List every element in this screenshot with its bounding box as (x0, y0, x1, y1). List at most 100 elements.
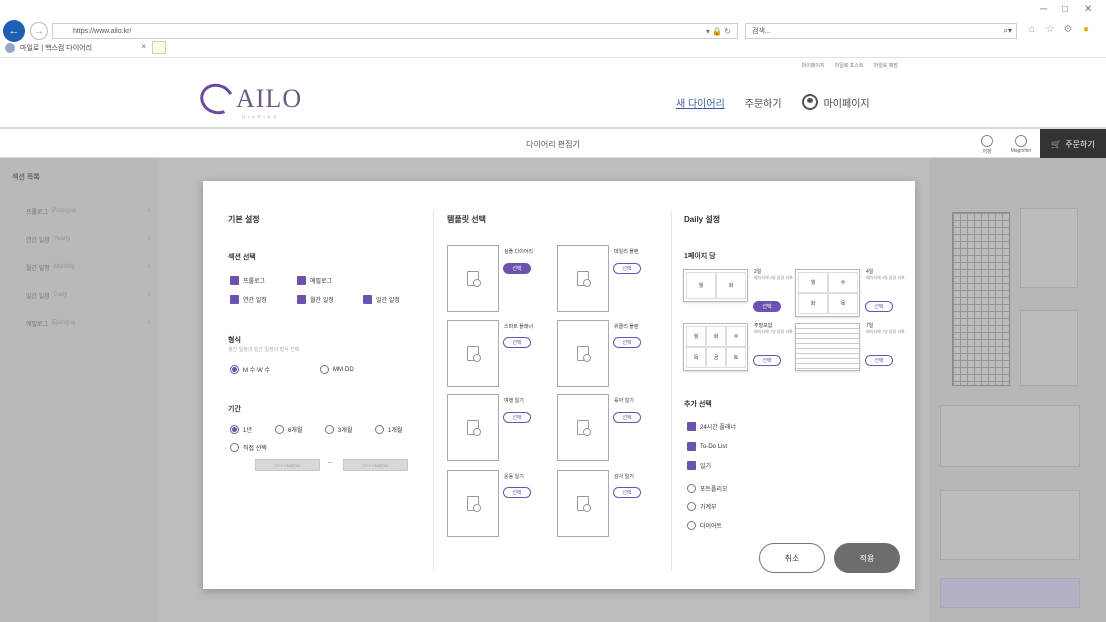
diary-settings-modal: 기본 설정 섹션 선택 프롤로그 에필로그 연간 일정 월간 일정 일간 일정 … (203, 181, 915, 589)
top-menu-item[interactable]: 마이페이지 (802, 62, 825, 69)
radio-off-icon (230, 443, 239, 452)
template-thumbnail[interactable] (447, 394, 499, 461)
forward-button[interactable]: → (30, 22, 48, 40)
period-radio[interactable]: 3개월 (325, 425, 352, 434)
period-radio[interactable]: 1년 (230, 425, 252, 434)
order-label: 주문하기 (1065, 140, 1095, 149)
template-label: 스마트 플래너 (504, 324, 533, 330)
close-window-button[interactable]: ✕ (1084, 4, 1092, 15)
nav-mypage[interactable]: 마이페이지 (801, 94, 870, 110)
apply-button[interactable]: 적용 (834, 543, 900, 573)
radio-off-icon (687, 484, 696, 493)
template-select-button[interactable]: 선택 (503, 263, 531, 274)
section-checkbox[interactable]: 연간 일정 (230, 295, 267, 304)
end-date-input[interactable]: YYYY/MM/DD (343, 459, 408, 471)
option-radio[interactable]: 가계부 (687, 502, 717, 511)
layout-select-button[interactable]: 선택 (753, 355, 781, 366)
template-thumbnail[interactable] (557, 394, 609, 461)
editor-header: 다이어리 편집기 저장 Magnifier 🛒 주문하기 (0, 127, 1106, 160)
template-thumbnail[interactable] (557, 245, 609, 312)
order-button[interactable]: 🛒 주문하기 (1040, 129, 1106, 160)
logo-text: AILO (236, 84, 303, 113)
top-utility-menu: 마이페이지 마일로 포스트 마일로 매장 (802, 62, 898, 69)
period-radio[interactable]: 직접 선택 (230, 443, 267, 452)
address-bar[interactable]: https://www.ailo.kr/ ▾ 🔒 ↻ (52, 23, 738, 39)
top-menu-item[interactable]: 마일로 포스트 (835, 62, 864, 69)
new-tab-button[interactable] (152, 41, 166, 54)
minimize-button[interactable]: ─ (1040, 4, 1047, 15)
section-checkbox[interactable]: 일간 일정 (363, 295, 400, 304)
template-select-button[interactable]: 선택 (613, 487, 641, 498)
template-select-button[interactable]: 선택 (613, 337, 641, 348)
document-search-icon (577, 496, 591, 512)
template-thumbnail[interactable] (447, 470, 499, 537)
browser-tab[interactable]: 마일로 | 핵스컴 다이어리 × (0, 40, 150, 56)
checkbox-checked-icon (687, 422, 696, 431)
tab-title: 마일로 | 핵스컴 다이어리 (20, 45, 93, 52)
format-radio[interactable]: M 수·W 수 (230, 365, 270, 374)
user-icon (801, 94, 818, 110)
nav-order[interactable]: 주문하기 (745, 95, 782, 110)
template-select-button[interactable]: 선택 (503, 487, 531, 498)
per-page-label: 1페이지 당 (684, 253, 716, 260)
document-search-icon (467, 271, 481, 287)
layout-4day-preview[interactable]: 월 수 화 목 (795, 269, 860, 317)
option-checkbox[interactable]: To-Do List (687, 442, 727, 451)
template-thumbnail[interactable] (557, 470, 609, 537)
section-checkbox[interactable]: 에필로그 (297, 276, 332, 285)
template-select-button[interactable]: 선택 (613, 263, 641, 274)
save-label: 저장 (982, 149, 992, 155)
layout-weekend-preview[interactable]: 월 화 수 목 금 토 (683, 323, 748, 371)
period-radio[interactable]: 6개월 (275, 425, 302, 434)
document-search-icon (467, 420, 481, 436)
star-icon[interactable]: ☆ (1044, 24, 1056, 36)
maximize-button[interactable]: □ (1062, 4, 1068, 15)
gear-icon[interactable]: ⚙ (1062, 24, 1074, 36)
template-select-button[interactable]: 선택 (503, 337, 531, 348)
checkbox-checked-icon (363, 295, 372, 304)
template-thumbnail[interactable] (447, 320, 499, 387)
arrow-right-icon: → (33, 25, 45, 37)
option-radio[interactable]: 다이어트 (687, 521, 722, 530)
template-select-button[interactable]: 선택 (613, 412, 641, 423)
period-radio[interactable]: 1개월 (375, 425, 402, 434)
search-icon[interactable]: ⌕▾ (1004, 26, 1013, 36)
site-logo[interactable]: AILO DIARIES (195, 79, 308, 122)
option-radio[interactable]: 포트폴리오 (687, 484, 728, 493)
cart-icon: 🛒 (1051, 140, 1062, 149)
close-tab-icon[interactable]: × (141, 42, 146, 51)
option-checkbox[interactable]: 24시간 플래너 (687, 422, 736, 431)
layout-select-button[interactable]: 선택 (865, 301, 893, 312)
back-button[interactable]: ← (3, 20, 25, 42)
option-checkbox[interactable]: 일기 (687, 461, 711, 470)
period-label: 기간 (228, 406, 241, 413)
magnifier-button[interactable]: Magnifier (1008, 133, 1034, 157)
editor-title: 다이어리 편집기 (526, 140, 580, 149)
layout-select-button[interactable]: 선택 (865, 355, 893, 366)
logo-mark-icon (195, 79, 239, 119)
layout-select-button[interactable]: 선택 (753, 301, 781, 312)
logo-subtext: DIARIES (242, 114, 280, 119)
layout-2day-preview[interactable]: 월 화 (683, 269, 748, 302)
start-date-input[interactable]: YYYY/MM/DD (255, 459, 320, 471)
section-checkbox[interactable]: 월간 일정 (297, 295, 334, 304)
template-label: 운동 일기 (504, 474, 524, 480)
nav-new-diary[interactable]: 새 다이어리 (676, 95, 725, 110)
save-button[interactable]: 저장 (974, 133, 1000, 157)
layout-7day-preview[interactable] (795, 323, 860, 371)
radio-off-icon (325, 425, 334, 434)
section-checkbox[interactable]: 프롤로그 (230, 276, 265, 285)
radio-on-icon (230, 425, 239, 434)
cancel-button[interactable]: 취소 (759, 543, 825, 573)
format-radio[interactable]: MM·DD (320, 365, 354, 374)
home-icon[interactable]: ⌂ (1026, 24, 1038, 36)
browser-chrome: ─ □ ✕ ← → https://www.ailo.kr/ ▾ 🔒 ↻ 검색.… (0, 0, 1106, 58)
template-thumbnail[interactable] (447, 245, 499, 312)
radio-on-icon (230, 365, 239, 374)
browser-search-input[interactable]: 검색... ⌕▾ (745, 23, 1017, 39)
template-thumbnail[interactable] (557, 320, 609, 387)
smiley-icon[interactable]: ● (1080, 24, 1092, 36)
basic-settings-title: 기본 설정 (228, 215, 260, 224)
top-menu-item[interactable]: 마일로 매장 (874, 62, 898, 69)
template-select-button[interactable]: 선택 (503, 412, 531, 423)
